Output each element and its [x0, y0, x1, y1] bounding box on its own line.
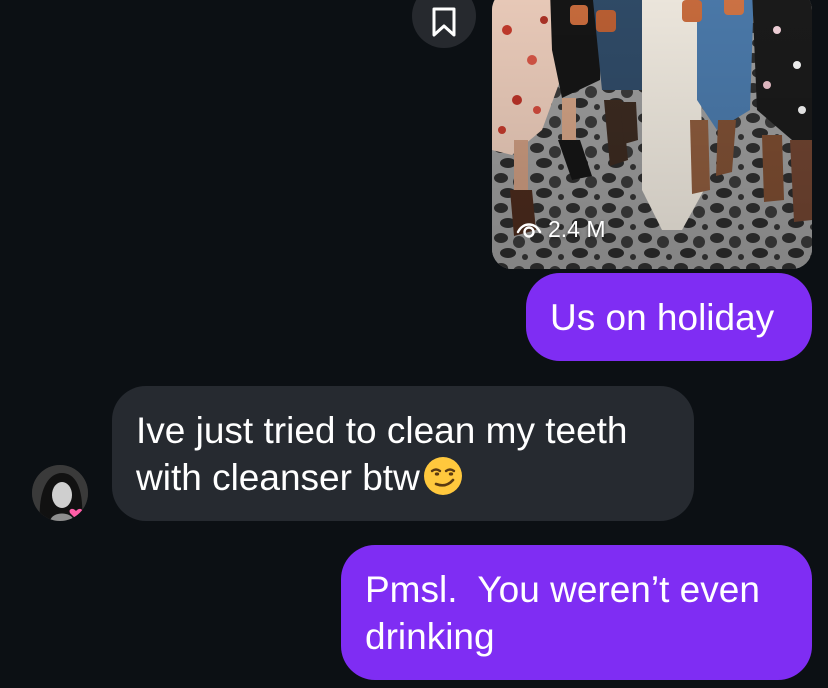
- message-text-line-2: drinking: [365, 616, 495, 657]
- views-count: 2.4 M: [516, 216, 606, 243]
- views-count-label: 2.4 M: [548, 216, 606, 242]
- message-text-line-2: with cleanser btw: [136, 457, 420, 498]
- avatar-photo: [32, 465, 88, 521]
- message-incoming[interactable]: Ive just tried to clean my teeth with cl…: [112, 386, 694, 521]
- shared-reel-thumbnail[interactable]: 2.4 M: [492, 0, 812, 269]
- message-text-line-1: Ive just tried to clean my teeth: [136, 410, 628, 451]
- save-media-button[interactable]: [412, 0, 476, 48]
- bookmark-icon: [432, 7, 456, 37]
- avatar[interactable]: [32, 465, 88, 521]
- smirk-emoji-icon: [422, 455, 464, 508]
- eye-icon: [516, 222, 542, 238]
- chat-thread: 2.4 M Us on holiday Ive just tried to cl…: [0, 0, 828, 688]
- message-outgoing[interactable]: Pmsl. You weren’t even drinking: [341, 545, 812, 680]
- message-text: Us on holiday: [550, 297, 775, 338]
- message-text-line-1: Pmsl. You weren’t even: [365, 569, 760, 610]
- message-outgoing[interactable]: Us on holiday: [526, 273, 812, 361]
